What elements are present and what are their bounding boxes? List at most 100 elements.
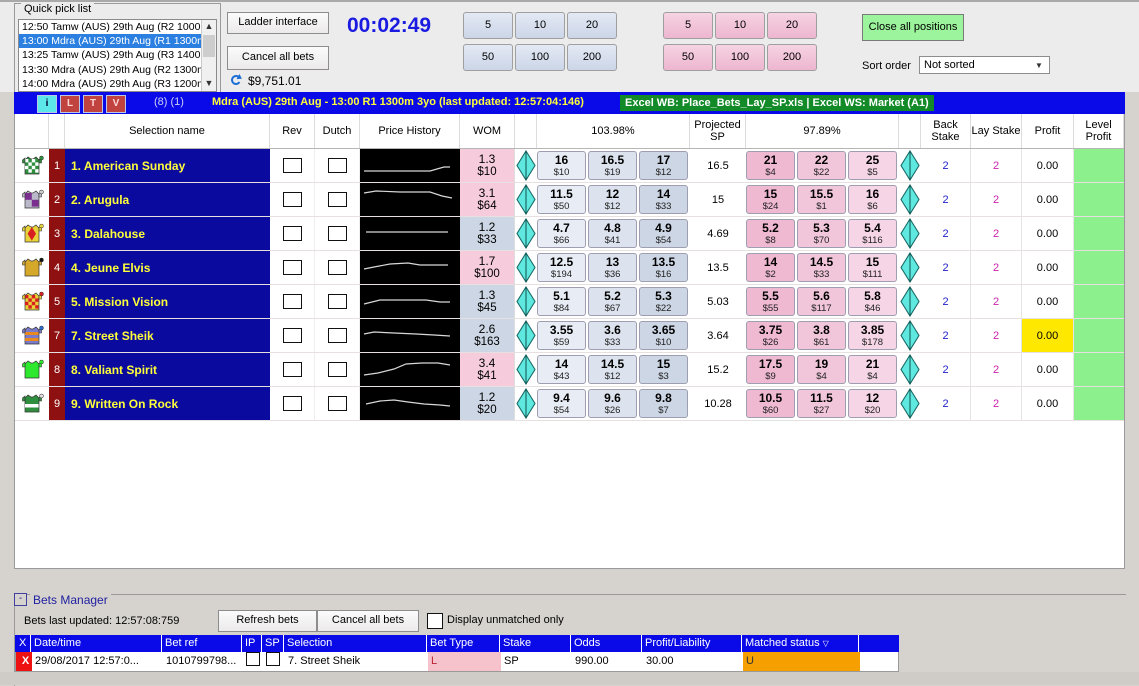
lay-odds-button[interactable]: 12 $20 xyxy=(848,389,897,418)
price-history-sparkline[interactable] xyxy=(360,251,460,284)
back-odds-button[interactable]: 3.6 $33 xyxy=(588,321,637,350)
lay-stake-value[interactable]: 2 xyxy=(971,353,1022,386)
back-odds-button[interactable]: 9.6 $26 xyxy=(588,389,637,418)
lay-odds-button[interactable]: 15 $111 xyxy=(848,253,897,282)
lay-odds-button[interactable]: 15 $24 xyxy=(746,185,795,214)
back-odds-button[interactable]: 12.5 $194 xyxy=(537,253,586,282)
lay-odds-button[interactable]: 5.5 $55 xyxy=(746,287,795,316)
quick-pick-item[interactable]: 13:25 Tamw (AUS) 29th Aug (R3 1400m M xyxy=(19,48,216,62)
rev-checkbox-cell[interactable] xyxy=(270,149,315,182)
back-stake-value[interactable]: 2 xyxy=(921,149,971,182)
back-stake-value[interactable]: 2 xyxy=(921,387,971,420)
back-stake-value[interactable]: 2 xyxy=(921,183,971,216)
lay-stake-value[interactable]: 2 xyxy=(971,387,1022,420)
refresh-bets-button[interactable]: Refresh bets xyxy=(218,610,317,632)
lay-odds-button[interactable]: 5.8 $46 xyxy=(848,287,897,316)
rev-checkbox-cell[interactable] xyxy=(270,251,315,284)
back-odds-button[interactable]: 5.2 $67 xyxy=(588,287,637,316)
lay-diamond-icon[interactable] xyxy=(899,149,921,182)
back-odds-button[interactable]: 4.8 $41 xyxy=(588,219,637,248)
price-history-sparkline[interactable] xyxy=(360,285,460,318)
dutch-checkbox[interactable] xyxy=(327,396,347,411)
bet-row[interactable]: X 29/08/2017 12:57:0... 1010799798... 7.… xyxy=(15,652,899,672)
lay-odds-button[interactable]: 5.6 $117 xyxy=(797,287,846,316)
bets-col-odds[interactable]: Odds xyxy=(571,635,642,652)
bets-col-datetime[interactable]: Date/time xyxy=(31,635,162,652)
scrollbar-thumb[interactable] xyxy=(203,35,215,57)
level-profit-cell[interactable] xyxy=(1074,183,1124,216)
bet-sp-cell[interactable] xyxy=(263,652,285,671)
ip-checkbox[interactable] xyxy=(246,652,260,666)
bets-col-profit-liability[interactable]: Profit/Liability xyxy=(642,635,742,652)
back-odds-button[interactable]: 4.7 $66 xyxy=(537,219,586,248)
back-stake-button[interactable]: 50 xyxy=(463,44,513,71)
lay-stake-button[interactable]: 10 xyxy=(715,12,765,39)
level-profit-cell[interactable] xyxy=(1074,353,1124,386)
back-diamond-icon[interactable] xyxy=(515,285,537,318)
lay-odds-button[interactable]: 21 $4 xyxy=(848,355,897,384)
lay-odds-button[interactable]: 11.5 $27 xyxy=(797,389,846,418)
dutch-checkbox-cell[interactable] xyxy=(315,285,360,318)
price-history-sparkline[interactable] xyxy=(360,353,460,386)
back-odds-button[interactable]: 13 $36 xyxy=(588,253,637,282)
dutch-checkbox[interactable] xyxy=(327,294,347,309)
lay-odds-button[interactable]: 14.5 $33 xyxy=(797,253,846,282)
dutch-checkbox[interactable] xyxy=(327,362,347,377)
lay-stake-button[interactable]: 5 xyxy=(663,12,713,39)
dutch-checkbox-cell[interactable] xyxy=(315,217,360,250)
dutch-checkbox-cell[interactable] xyxy=(315,183,360,216)
runner-name[interactable]: 9. Written On Rock xyxy=(65,387,270,420)
lay-stake-value[interactable]: 2 xyxy=(971,183,1022,216)
back-stake-value[interactable]: 2 xyxy=(921,217,971,250)
lay-stake-value[interactable]: 2 xyxy=(971,251,1022,284)
quick-pick-item[interactable]: 14:00 Mdra (AUS) 29th Aug (R3 1200m Md xyxy=(19,77,216,91)
lay-stake-value[interactable]: 2 xyxy=(971,149,1022,182)
lay-odds-button[interactable]: 21 $4 xyxy=(746,151,795,180)
back-odds-button[interactable]: 3.55 $59 xyxy=(537,321,586,350)
back-diamond-icon[interactable] xyxy=(515,387,537,420)
tools-button[interactable]: T xyxy=(83,95,103,113)
rev-checkbox[interactable] xyxy=(282,362,302,377)
lay-odds-button[interactable]: 3.85 $178 xyxy=(848,321,897,350)
sort-order-select[interactable]: Not sorted ▼ xyxy=(919,56,1050,74)
lay-diamond-icon[interactable] xyxy=(899,319,921,352)
back-diamond-icon[interactable] xyxy=(515,353,537,386)
lay-odds-button[interactable]: 14 $2 xyxy=(746,253,795,282)
cancel-bet-icon[interactable]: X xyxy=(16,652,32,671)
lay-diamond-icon[interactable] xyxy=(899,217,921,250)
lay-odds-button[interactable]: 3.75 $26 xyxy=(746,321,795,350)
back-odds-button[interactable]: 4.9 $54 xyxy=(639,219,688,248)
rev-checkbox-cell[interactable] xyxy=(270,319,315,352)
runner-name[interactable]: 8. Valiant Spirit xyxy=(65,353,270,386)
back-stake-value[interactable]: 2 xyxy=(921,319,971,352)
back-diamond-icon[interactable] xyxy=(515,319,537,352)
view-button[interactable]: V xyxy=(106,95,126,113)
back-odds-button[interactable]: 16.5 $19 xyxy=(588,151,637,180)
lay-stake-button[interactable]: 100 xyxy=(715,44,765,71)
runner-name[interactable]: 1. American Sunday xyxy=(65,149,270,182)
back-stake-value[interactable]: 2 xyxy=(921,353,971,386)
back-diamond-icon[interactable] xyxy=(515,183,537,216)
runner-name[interactable]: 7. Street Sheik xyxy=(65,319,270,352)
price-history-sparkline[interactable] xyxy=(360,319,460,352)
price-history-sparkline[interactable] xyxy=(360,183,460,216)
info-button[interactable]: i xyxy=(37,95,57,113)
back-odds-button[interactable]: 12 $12 xyxy=(588,185,637,214)
back-diamond-icon[interactable] xyxy=(515,149,537,182)
lay-diamond-icon[interactable] xyxy=(899,183,921,216)
scroll-up-icon[interactable]: ▲ xyxy=(202,20,216,34)
lay-odds-button[interactable]: 22 $22 xyxy=(797,151,846,180)
back-odds-button[interactable]: 5.1 $84 xyxy=(537,287,586,316)
bets-col-selection[interactable]: Selection xyxy=(284,635,427,652)
runner-name[interactable]: 5. Mission Vision xyxy=(65,285,270,318)
ladder-button[interactable]: L xyxy=(60,95,80,113)
lay-odds-button[interactable]: 5.4 $116 xyxy=(848,219,897,248)
back-stake-button[interactable]: 5 xyxy=(463,12,513,39)
back-odds-button[interactable]: 14 $33 xyxy=(639,185,688,214)
back-odds-button[interactable]: 17 $12 xyxy=(639,151,688,180)
quick-pick-item[interactable]: 13:30 Mdra (AUS) 29th Aug (R2 1300m Md xyxy=(19,63,216,77)
back-odds-button[interactable]: 13.5 $16 xyxy=(639,253,688,282)
lay-odds-button[interactable]: 10.5 $60 xyxy=(746,389,795,418)
dutch-checkbox[interactable] xyxy=(327,260,347,275)
price-history-sparkline[interactable] xyxy=(360,217,460,250)
